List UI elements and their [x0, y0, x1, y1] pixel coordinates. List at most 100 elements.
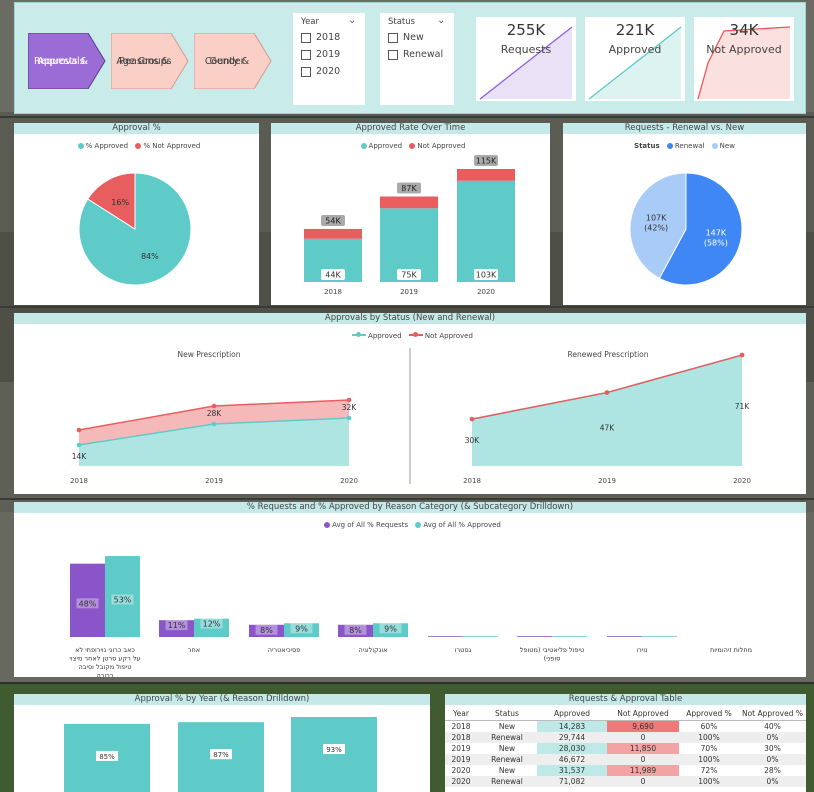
point-approved: [346, 415, 352, 421]
pie-pct-label: (58%): [704, 239, 728, 248]
bar-approved: [463, 636, 498, 637]
chevron-down-icon[interactable]: ⌄: [437, 15, 445, 26]
table-row[interactable]: 2018 Renewal 29,744 0 100% 0%: [445, 732, 806, 743]
chevron-down-icon[interactable]: ⌄: [348, 15, 356, 26]
nav-reasons-age-button[interactable]: Reasons & Age Groups: [111, 33, 189, 89]
approval-pie-chart[interactable]: 84% 16%: [14, 155, 259, 305]
point-not-approved: [604, 390, 610, 395]
year-option-2020[interactable]: 2020: [301, 66, 340, 77]
panel-title: Requests - Renewal vs. New: [563, 123, 806, 134]
approvals-area-chart[interactable]: New Prescription 14K 2018 28K 2019 32K 2020 Ren…: [14, 334, 806, 494]
nav-county-gender-button[interactable]: County & Gender: [194, 33, 272, 89]
chart-subtitle: New Prescription: [178, 350, 241, 359]
table-cell: 11,989: [607, 765, 679, 776]
x-tick-label: 2020: [477, 288, 495, 296]
value-label: 48%: [79, 599, 97, 608]
checkbox-icon[interactable]: [301, 32, 311, 43]
column-header-year[interactable]: Year: [445, 707, 477, 721]
approved-rate-bar-chart[interactable]: 54K 44K 2018 87K 75K 2019 115K 103K 2020: [271, 153, 550, 303]
kpi-label: Requests: [500, 43, 552, 56]
legend-label: Avg of All % Requests: [332, 521, 409, 529]
status-slicer-header: Status: [388, 17, 416, 27]
checkbox-icon[interactable]: [301, 66, 311, 77]
x-tick-label: 2019: [598, 477, 616, 485]
table-cell: 2018: [451, 722, 471, 731]
legend-swatch-icon: [415, 522, 422, 528]
table-row[interactable]: 2019 Renewal 46,672 0 100% 0%: [445, 754, 806, 765]
reason-bar-chart[interactable]: 48% 53% כאב כרוני נוירופתי לאעל רקע סרטן ל…: [14, 532, 806, 677]
legend-swatch-icon: [409, 143, 416, 149]
table-cell: 100%: [679, 732, 739, 743]
table-cell: 0%: [739, 732, 806, 743]
table-cell: 0: [607, 732, 679, 743]
status-option-new[interactable]: New: [388, 32, 424, 43]
status-option-renewal[interactable]: Renewal: [388, 49, 443, 60]
x-tick-label: 2020: [340, 477, 358, 485]
x-tick-label: על רקע סרטן לאחר מיצוי: [69, 655, 140, 663]
year-option-2019[interactable]: 2019: [301, 49, 340, 60]
bar-approved: [552, 636, 587, 637]
kpi-not-approved-card: 34K Not Approved: [694, 17, 794, 101]
table-cell: New: [498, 744, 516, 753]
point-not-approved: [739, 352, 745, 358]
column-header-status[interactable]: Status: [477, 707, 537, 721]
bar-approved: [457, 180, 515, 282]
chart-legend: Status Renewal New: [563, 142, 806, 150]
option-label: 2019: [316, 49, 341, 60]
legend-label: % Approved: [85, 142, 129, 150]
legend-label: Avg of All % Approved: [423, 521, 501, 529]
table-row[interactable]: 2018 New 14,283 9,690 60% 40%: [445, 720, 806, 732]
renewal-new-pie-chart[interactable]: 147K(58%) 107K(42%): [563, 155, 806, 305]
bar-not-approved: [380, 196, 438, 209]
x-tick-label: 2018: [70, 477, 88, 485]
value-label: 53%: [114, 596, 132, 605]
table-row[interactable]: 2019 New 28,030 11,850 70% 30%: [445, 743, 806, 754]
data-label: 47K: [600, 424, 616, 433]
kpi-approved-card: 221K Approved: [585, 17, 685, 101]
value-label: 87%: [213, 751, 229, 759]
column-header-approved-pct[interactable]: Approved %: [679, 707, 739, 721]
bar-approved: [642, 636, 677, 637]
option-label: 2018: [316, 32, 341, 43]
x-tick-label: נוירו: [636, 646, 647, 654]
reason-category-panel: % Requests and % Approved by Reason Cate…: [14, 502, 806, 677]
pie-pct-label: (42%): [644, 223, 668, 232]
table-cell: 100%: [679, 754, 739, 765]
value-label: 9%: [295, 624, 308, 633]
point-not-approved: [346, 397, 352, 403]
panel-title: Approved Rate Over Time: [271, 123, 550, 134]
pie-data-label: 84%: [141, 252, 159, 261]
requests-table: Year Status Approved Not Approved Approv…: [445, 707, 806, 787]
table-cell: 2020: [451, 766, 471, 775]
approvals-by-status-panel: Approvals by Status (New and Renewal) Ap…: [14, 313, 806, 494]
nav-requests-approvals-button[interactable]: Requests & Approvals: [28, 33, 106, 89]
table-row[interactable]: 2020 Renewal 71,082 0 100% 0%: [445, 776, 806, 787]
x-tick-label: אונקולוגיה: [359, 646, 388, 654]
point-not-approved: [469, 416, 475, 422]
total-label: 87K: [401, 184, 417, 193]
table-row[interactable]: 2020 New 31,537 11,989 72% 28%: [445, 765, 806, 776]
panel-title: Requests & Approval Table: [445, 694, 806, 705]
value-label: 8%: [260, 626, 273, 635]
checkbox-icon[interactable]: [388, 32, 398, 43]
column-header-not-approved[interactable]: Not Approved: [607, 707, 679, 721]
approval-year-bar-chart[interactable]: 85%201887%201993%2020: [14, 705, 430, 792]
table-cell: 29,744: [537, 732, 607, 743]
column-header-approved[interactable]: Approved: [537, 707, 607, 721]
x-tick-label: סופני): [544, 655, 561, 663]
kpi-value: 255K: [506, 21, 546, 39]
bar-not-approved: [457, 169, 515, 181]
option-label: New: [403, 32, 424, 43]
checkbox-icon[interactable]: [388, 49, 398, 60]
kpi-value: 221K: [615, 21, 655, 39]
option-label: 2020: [316, 66, 341, 77]
x-tick-label: 2018: [324, 288, 342, 296]
panel-title: Approval %: [14, 123, 259, 134]
checkbox-icon[interactable]: [301, 49, 311, 60]
x-tick-label: 2020: [733, 477, 751, 485]
total-label: 54K: [325, 216, 341, 225]
year-option-2018[interactable]: 2018: [301, 32, 340, 43]
x-tick-label: טיפול פליאטיבי (מטופל: [520, 646, 584, 654]
point-approved: [76, 442, 82, 448]
column-header-not-approved-pct[interactable]: Not Approved %: [739, 707, 806, 721]
